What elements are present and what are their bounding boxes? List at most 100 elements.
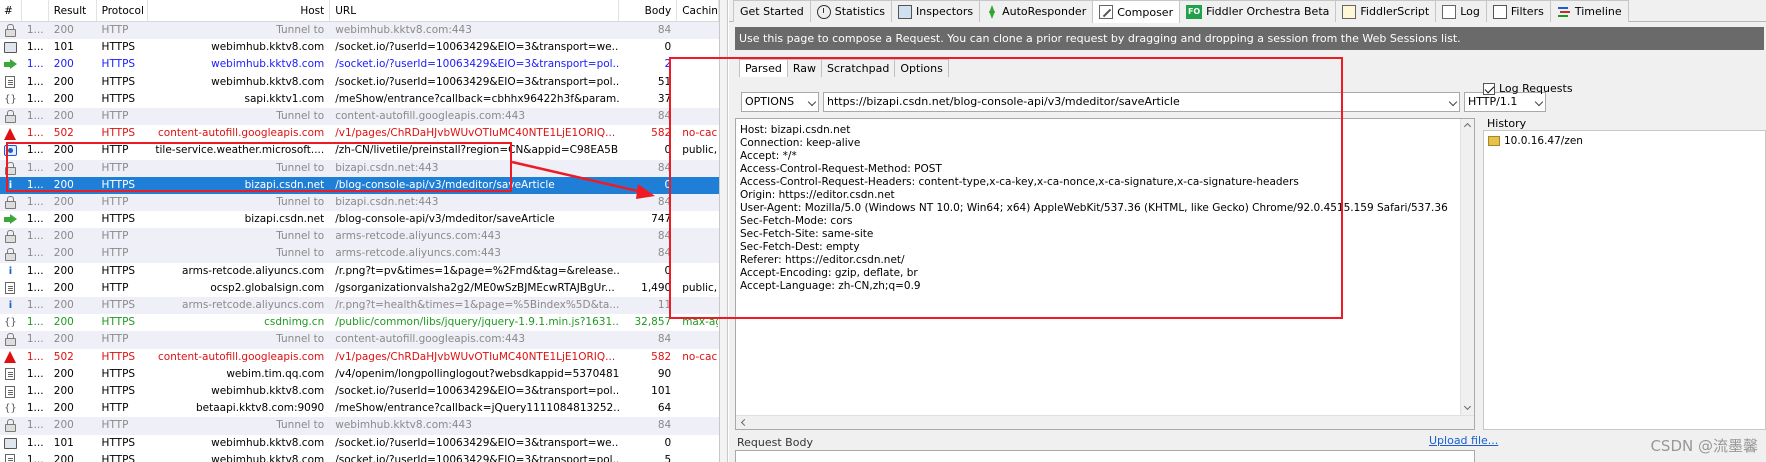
col-header-protocol[interactable]: Protocol	[97, 0, 149, 21]
session-result: 200	[53, 299, 74, 311]
session-row[interactable]: 1... 502 HTTPS content-autofill.googleapis.…	[0, 349, 719, 366]
tab-statistics[interactable]: Statistics	[809, 0, 893, 22]
session-row[interactable]: {} 1... 200 HTTP betaapi.kktv8.com:9090/meSh…	[0, 400, 719, 417]
session-row[interactable]: 1... 200 HTTPS bizapi.csdn.net/blog-console…	[0, 211, 719, 228]
log-requests-checkbox[interactable]	[1483, 82, 1495, 95]
tab-get-started[interactable]: Get Started	[733, 0, 811, 22]
tab-log[interactable]: Log	[1435, 0, 1487, 22]
tab-composer[interactable]: Composer	[1092, 0, 1181, 23]
session-icon-cell	[0, 22, 22, 39]
session-caching: max-ag...	[682, 316, 718, 329]
session-protocol: HTTPS	[101, 127, 136, 140]
session-row[interactable]: 1... 200 HTTPS webimhub.kktv8.com/socket.io…	[0, 74, 719, 91]
tab-fiddlerscript[interactable]: FiddlerScript	[1335, 0, 1437, 22]
image-icon	[3, 145, 17, 157]
scroll-left-icon[interactable]	[740, 418, 749, 427]
inspect-icon	[898, 4, 913, 19]
tab-autoresponder[interactable]: AutoResponder	[979, 0, 1094, 22]
session-row[interactable]: 1... 200 HTTP Tunnel to content-autofill.goo…	[0, 107, 719, 126]
session-row[interactable]: 1... 200 HTTP Tunnel to webimhub.kktv8.com:4…	[0, 417, 719, 435]
session-url: content-autofill.googleapis.com:443	[335, 333, 526, 346]
session-number: 1...	[26, 264, 44, 277]
col-header-body[interactable]: Body	[619, 0, 678, 21]
session-row[interactable]: 1... 200 HTTP Tunnel to webimhub.kktv8.com:4…	[0, 22, 719, 40]
method-select[interactable]: OPTIONS	[741, 92, 819, 112]
request-headers-editor[interactable]: Host: bizapi.csdn.net Connection: keep-a…	[735, 118, 1475, 430]
tab-fiddler-orchestra-beta[interactable]: FO Fiddler Orchestra Beta	[1179, 0, 1337, 22]
timeline-icon	[1557, 5, 1571, 19]
col-header-caching[interactable]: Caching	[677, 0, 719, 21]
upload-file-link[interactable]: Upload file...	[1429, 434, 1498, 447]
session-row[interactable]: 1... 200 HTTP Tunnel to bizapi.csdn.net:443 8…	[0, 193, 719, 212]
col-header-host[interactable]: Host	[148, 0, 331, 21]
session-caching	[677, 331, 719, 348]
session-result: 200	[53, 230, 74, 243]
session-row[interactable]: 1... 200 HTTP Tunnel to content-autofill.goo…	[0, 331, 719, 349]
session-icon-cell	[0, 245, 22, 262]
session-url: bizapi.csdn.net:443	[335, 195, 439, 208]
session-row[interactable]: 1... 200 HTTPS webimhub.kktv8.com/socket.io…	[0, 56, 719, 73]
composer-banner: Use this page to compose a Request. You …	[735, 27, 1764, 50]
session-row[interactable]: {} 1... 200 HTTPS sapi.kktv1.com/meShow/entr…	[0, 91, 719, 108]
col-header-url[interactable]: URL	[330, 0, 620, 21]
check-icon	[1492, 4, 1507, 19]
tab-timeline[interactable]: Timeline	[1549, 0, 1629, 22]
session-number: 1...	[26, 75, 44, 88]
history-list[interactable]: 10.0.16.47/zen	[1483, 130, 1766, 430]
script-icon: {}	[4, 317, 17, 329]
subtab-options[interactable]: Options	[894, 59, 949, 77]
session-row[interactable]: 1... 200 HTTP tile-service.weather.microsof…	[0, 142, 719, 159]
session-url: /v1/pages/ChRDaHJvbWUvOTIuMC40NTE1LjE1OR…	[335, 350, 616, 363]
web-sessions-list[interactable]: # Result Protocol Host URL Body Caching …	[0, 0, 720, 462]
scroll-up-icon[interactable]	[1463, 122, 1472, 131]
session-row[interactable]: 1... 101 HTTPS webimhub.kktv8.com/socket.io…	[0, 435, 719, 452]
session-row[interactable]: i 1... 200 HTTPS arms-retcode.aliyuncs.com/r…	[0, 297, 719, 315]
scroll-down-icon[interactable]	[1463, 402, 1472, 411]
request-body-editor[interactable]	[735, 450, 1475, 462]
panel-splitter[interactable]	[720, 0, 728, 462]
headers-horizontal-scrollbar[interactable]	[736, 415, 1474, 429]
session-row[interactable]: 1... 101 HTTPS webimhub.kktv8.com/socket.io…	[0, 39, 719, 56]
session-row[interactable]: 1... 200 HTTP ocsp2.globalsign.com/gsorgani…	[0, 280, 719, 297]
tab-label: Get Started	[740, 5, 804, 18]
session-row[interactable]: 1... 200 HTTPS webimhub.kktv8.com/socket.io…	[0, 452, 719, 462]
session-row[interactable]: i 1... 200 HTTPS bizapi.csdn.net/blog-consol…	[0, 176, 719, 194]
session-result: 200	[53, 367, 74, 380]
session-row[interactable]: i 1... 200 HTTPS arms-retcode.aliyuncs.com/r…	[0, 263, 719, 280]
session-result: 200	[53, 402, 74, 415]
session-row[interactable]: 1... 200 HTTPS webim.tim.qq.com/v4/openim/l…	[0, 366, 719, 383]
url-input[interactable]: https://bizapi.csdn.net/blog-console-api…	[823, 92, 1460, 112]
session-body: 84	[657, 247, 672, 260]
session-url: /r.png?t=health&times=1&page=%5Bindex%5D…	[335, 299, 620, 311]
session-url: bizapi.csdn.net:443	[335, 161, 439, 174]
subtab-scratchpad[interactable]: Scratchpad	[821, 59, 896, 77]
script-icon: {}	[4, 93, 17, 105]
session-row[interactable]: 1... 200 HTTP Tunnel to bizapi.csdn.net:443 8…	[0, 159, 719, 177]
headers-vertical-scrollbar[interactable]	[1460, 119, 1474, 429]
session-url: webimhub.kktv8.com:443	[335, 24, 472, 36]
tab-label: Fiddler Orchestra Beta	[1206, 5, 1330, 18]
tab-filters[interactable]: Filters	[1485, 0, 1551, 22]
tab-label: Inspectors	[916, 5, 974, 18]
lock-icon	[4, 24, 16, 38]
session-protocol: HTTPS	[101, 299, 136, 311]
session-row[interactable]: {} 1... 200 HTTPS csdnimg.cn/public/common/l…	[0, 314, 719, 331]
subtab-parsed[interactable]: Parsed	[739, 59, 788, 77]
session-row[interactable]: 1... 502 HTTPS content-autofill.googleapis.…	[0, 125, 719, 142]
session-result: 200	[53, 316, 74, 329]
session-result: 200	[53, 213, 74, 226]
history-item[interactable]: 10.0.16.47/zen	[1484, 131, 1765, 151]
subtab-raw[interactable]: Raw	[786, 59, 823, 77]
tab-label: Log	[1460, 5, 1480, 18]
col-header-num[interactable]: #	[0, 0, 22, 21]
session-row[interactable]: 1... 200 HTTP Tunnel to arms-retcode.aliyunc…	[0, 228, 719, 246]
log-requests-option[interactable]: Log Requests	[1483, 82, 1573, 95]
col-header-result[interactable]: Result	[49, 0, 97, 21]
session-caching	[677, 74, 719, 91]
tab-inspectors[interactable]: Inspectors	[891, 0, 981, 22]
session-row[interactable]: 1... 200 HTTP Tunnel to arms-retcode.aliyunc…	[0, 245, 719, 263]
session-row[interactable]: 1... 200 HTTPS webimhub.kktv8.com/socket.io…	[0, 383, 719, 400]
http-version-select[interactable]: HTTP/1.1	[1464, 92, 1546, 112]
session-host: Tunnel to	[276, 109, 325, 122]
session-number: 1...	[26, 178, 44, 191]
